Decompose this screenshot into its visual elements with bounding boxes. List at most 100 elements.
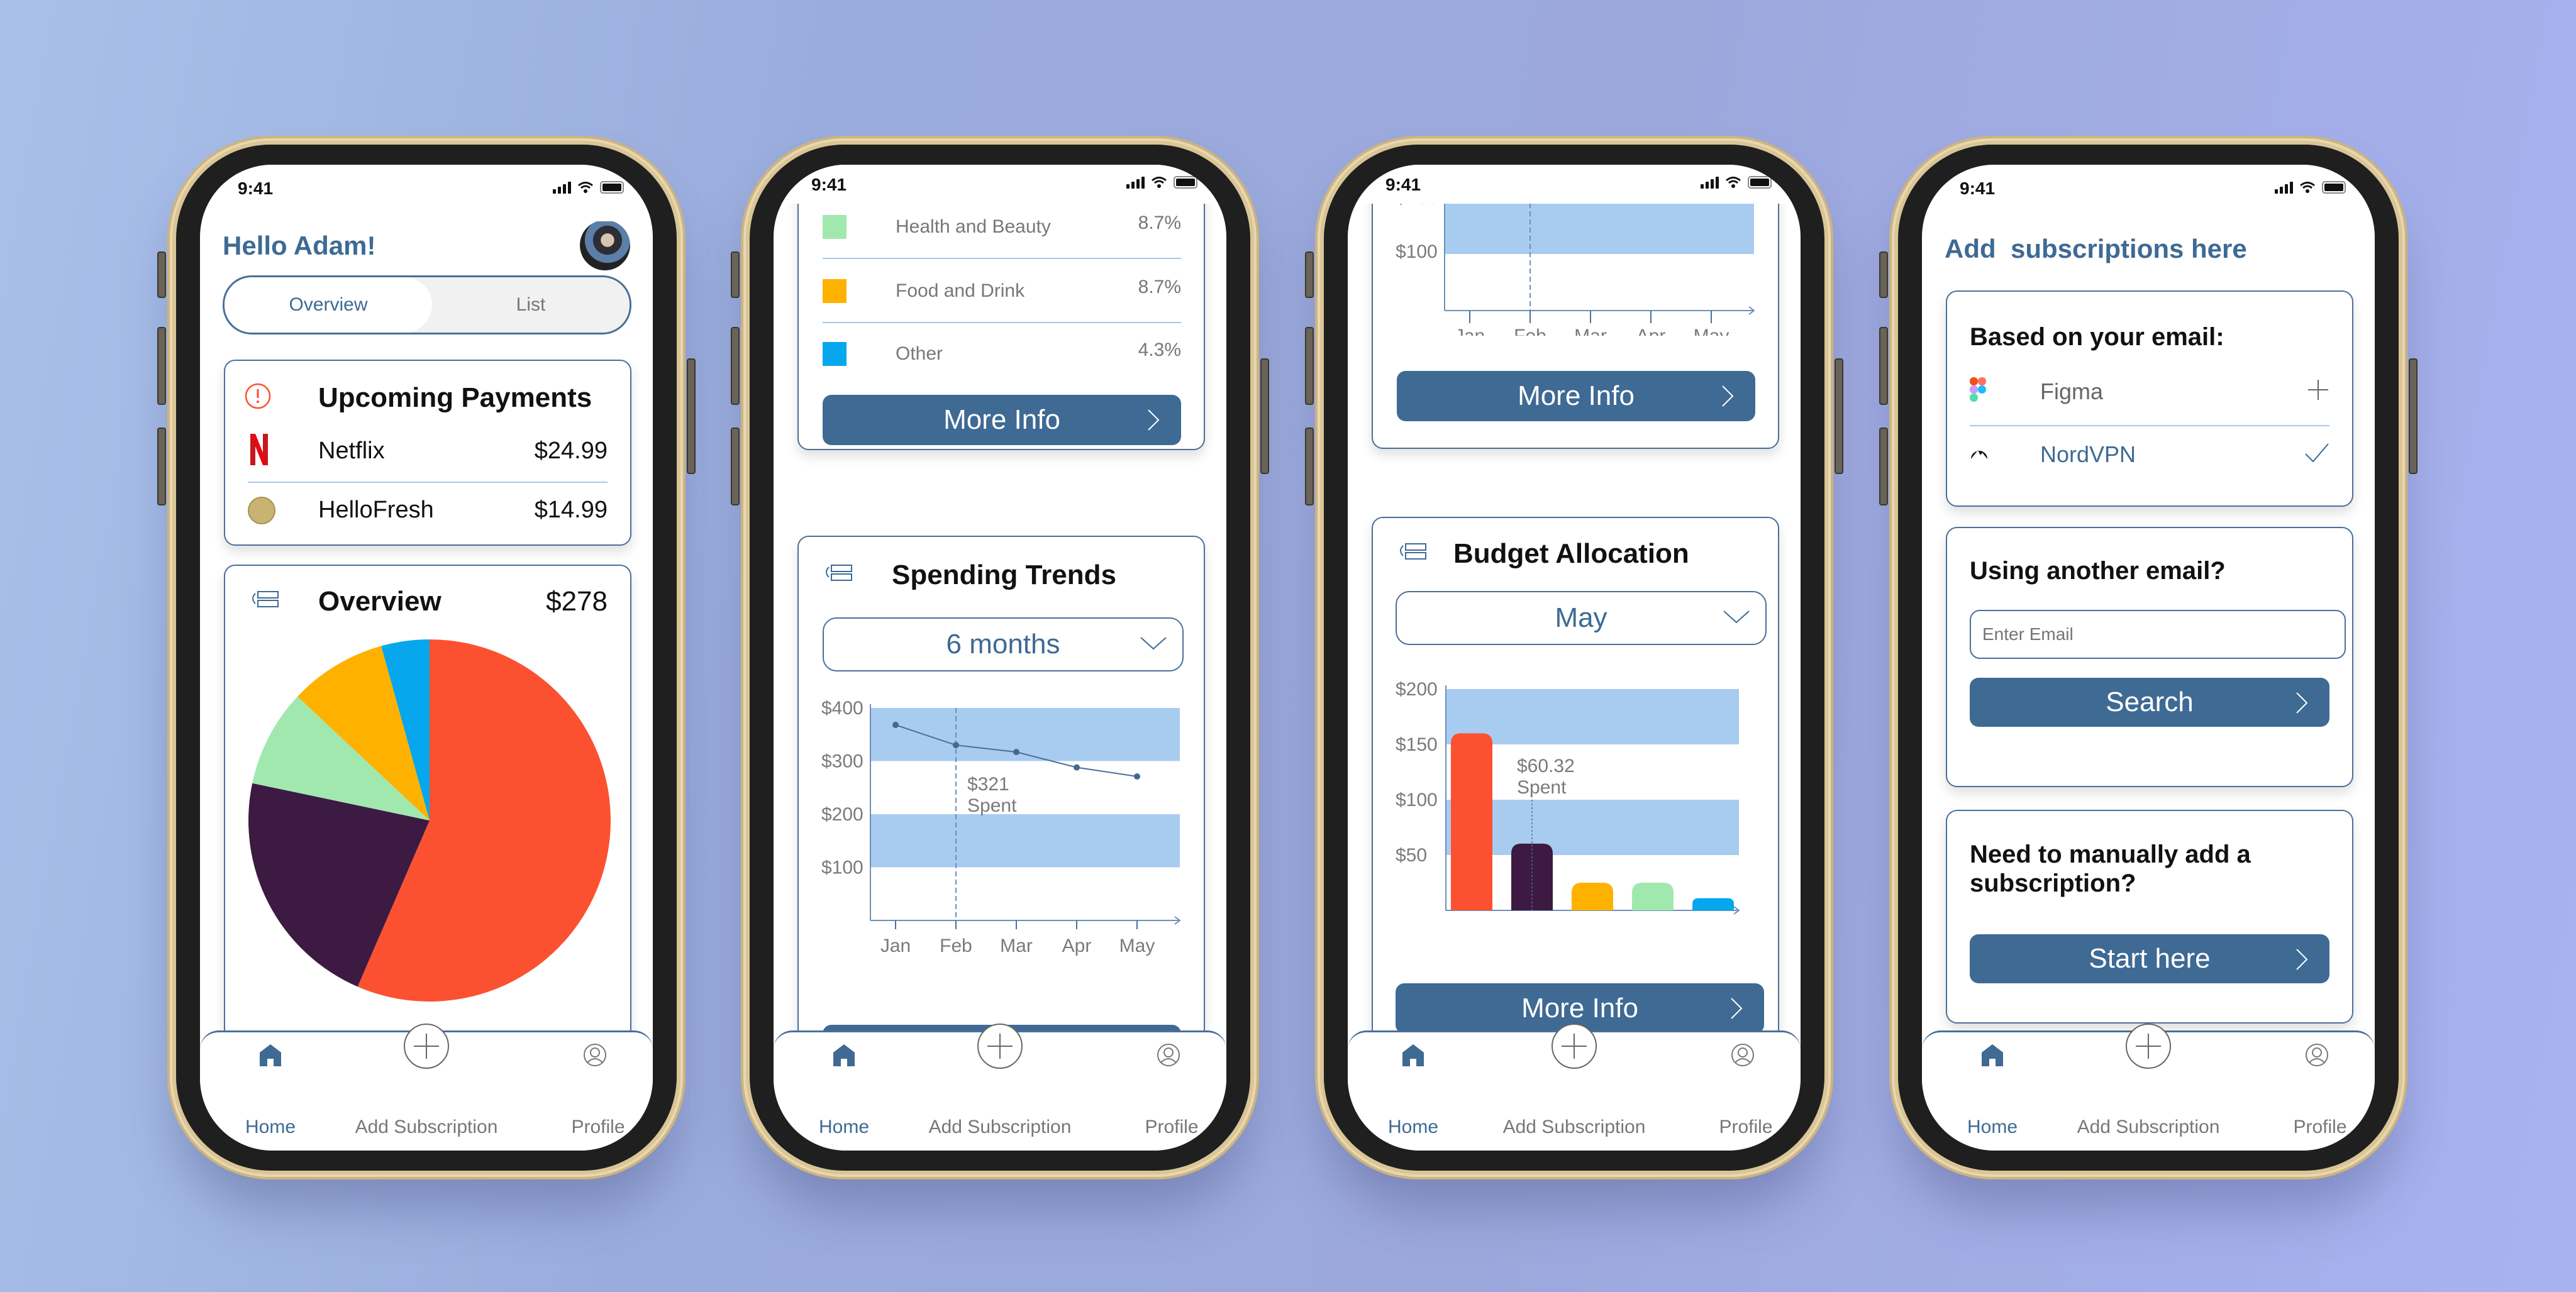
nav-home[interactable]: Home (1955, 1117, 2030, 1138)
battery-icon (600, 181, 624, 194)
nav-add-subscription[interactable]: Add Subscription (332, 1117, 521, 1138)
home-icon (260, 1044, 281, 1066)
annotation-value: $321 (967, 774, 1009, 795)
power-button (1835, 358, 1843, 474)
start-here-button[interactable]: Start here (1970, 934, 2329, 983)
email-input[interactable] (1970, 610, 2346, 659)
bottom-nav: Home Add Subscription Profile (1922, 1024, 2375, 1151)
overview-total: $278 (546, 586, 608, 617)
data-point (1074, 764, 1080, 771)
annotation-label: Spent (1517, 777, 1567, 798)
divider (823, 258, 1181, 259)
suggestion-row[interactable]: NordVPN (1947, 430, 2352, 487)
nav-add-subscription[interactable]: Add Subscription (1480, 1117, 1668, 1138)
suggestion-row[interactable]: Figma (1947, 367, 2352, 424)
data-point (892, 722, 899, 729)
home-icon (1982, 1044, 2003, 1066)
y-tick-label: $50 (1396, 845, 1427, 866)
status-time: 9:41 (1385, 175, 1421, 194)
tab-list[interactable]: List (432, 277, 630, 333)
overview-title: Overview (318, 586, 441, 617)
add-circle-icon[interactable] (976, 1022, 1024, 1070)
nav-home[interactable]: Home (233, 1117, 308, 1138)
volume-down-button (157, 428, 166, 505)
suggestion-name: NordVPN (2040, 441, 2136, 467)
more-info-button[interactable]: More Info (1397, 371, 1755, 421)
silent-switch (157, 251, 166, 298)
wifi-icon (578, 182, 593, 193)
check-icon[interactable] (2304, 441, 2329, 464)
y-tick-label: $200 (821, 804, 863, 825)
status-time: 9:41 (238, 179, 274, 198)
nav-home[interactable]: Home (806, 1117, 882, 1138)
y-tick-label: $100 (1396, 241, 1438, 262)
another-email-title: Using another email? (1970, 557, 2226, 585)
signal-icon (1701, 176, 1719, 189)
payment-amount: $24.99 (534, 438, 608, 464)
x-tick-label: Feb (940, 936, 972, 956)
bar (1692, 898, 1734, 910)
volume-up-button (1879, 327, 1888, 405)
nav-profile[interactable]: Profile (2285, 1117, 2355, 1138)
list-toggle-icon[interactable] (249, 590, 280, 609)
silent-switch (1879, 251, 1888, 298)
grid-band (870, 814, 1180, 868)
x-tick-label: Feb (1514, 326, 1546, 336)
signal-icon (1126, 176, 1145, 189)
nav-profile[interactable]: Profile (564, 1117, 633, 1138)
categories-card: Health and Beauty 8.7% Food and Drink 8.… (797, 165, 1205, 450)
power-button (1260, 358, 1269, 474)
bar (1451, 733, 1492, 910)
nav-profile[interactable]: Profile (1137, 1117, 1206, 1138)
battery-icon (1174, 176, 1197, 189)
plus-icon[interactable] (2307, 378, 2329, 401)
volume-down-button (1305, 428, 1314, 505)
profile-icon (1731, 1044, 1754, 1066)
nav-add-subscription[interactable]: Add Subscription (2054, 1117, 2243, 1138)
chevron-right-icon (2296, 692, 2308, 714)
profile-icon (1157, 1044, 1180, 1066)
x-tick-label: Mar (1000, 936, 1033, 956)
more-info-button[interactable]: More Info (823, 395, 1181, 445)
payment-row[interactable]: HelloFresh $14.99 (225, 484, 630, 541)
netflix-icon (250, 434, 268, 465)
legend-item: Food and Drink 8.7% (823, 262, 1181, 324)
hellofresh-icon (248, 497, 275, 524)
nav-add-subscription[interactable]: Add Subscription (906, 1117, 1094, 1138)
silent-switch (1305, 251, 1314, 298)
power-button (687, 358, 696, 474)
add-circle-icon[interactable] (402, 1022, 450, 1070)
annotation-label: Spent (967, 795, 1017, 816)
manual-add-card: Need to manually add a subscription? Sta… (1946, 810, 2353, 1024)
phone-home-overview: 9:41 Hello Adam! Overview List Upcoming … (157, 145, 696, 1171)
volume-up-button (731, 327, 740, 405)
list-toggle-icon[interactable] (1397, 542, 1428, 561)
battery-icon (2322, 181, 2346, 194)
button-label: More Info (1518, 380, 1635, 411)
screen: 9:41 Add subscriptions here Based on you… (1922, 165, 2375, 1151)
bar-chart: $50 $100 $150 $200 $60.32Spent (1396, 679, 1740, 915)
trends-title: Spending Trends (892, 560, 1116, 590)
list-toggle-icon[interactable] (823, 563, 854, 582)
legend-swatch (823, 215, 847, 239)
range-dropdown[interactable]: 6 months (823, 617, 1184, 671)
bottom-nav: Home Add Subscription Profile (1348, 1024, 1801, 1151)
payment-row[interactable]: Netflix $24.99 (225, 424, 630, 480)
nav-home[interactable]: Home (1375, 1117, 1451, 1138)
chevron-right-icon (1731, 998, 1743, 1019)
nav-profile[interactable]: Profile (1711, 1117, 1780, 1138)
y-tick-label: $300 (821, 751, 863, 772)
month-dropdown[interactable]: May (1396, 591, 1767, 645)
tab-overview[interactable]: Overview (225, 277, 432, 333)
battery-icon (1748, 176, 1772, 189)
add-circle-icon[interactable] (1550, 1022, 1598, 1070)
divider (248, 482, 608, 483)
status-bar: 9:41 (1348, 165, 1801, 204)
avatar[interactable] (580, 220, 630, 270)
x-tick-label: Jan (880, 936, 911, 956)
suggestions-title: Based on your email: (1970, 323, 2224, 351)
add-circle-icon[interactable] (2124, 1022, 2172, 1070)
manual-add-title: Need to manually add a subscription? (1970, 841, 2251, 897)
search-button[interactable]: Search (1970, 678, 2329, 727)
payment-name: HelloFresh (318, 497, 434, 523)
